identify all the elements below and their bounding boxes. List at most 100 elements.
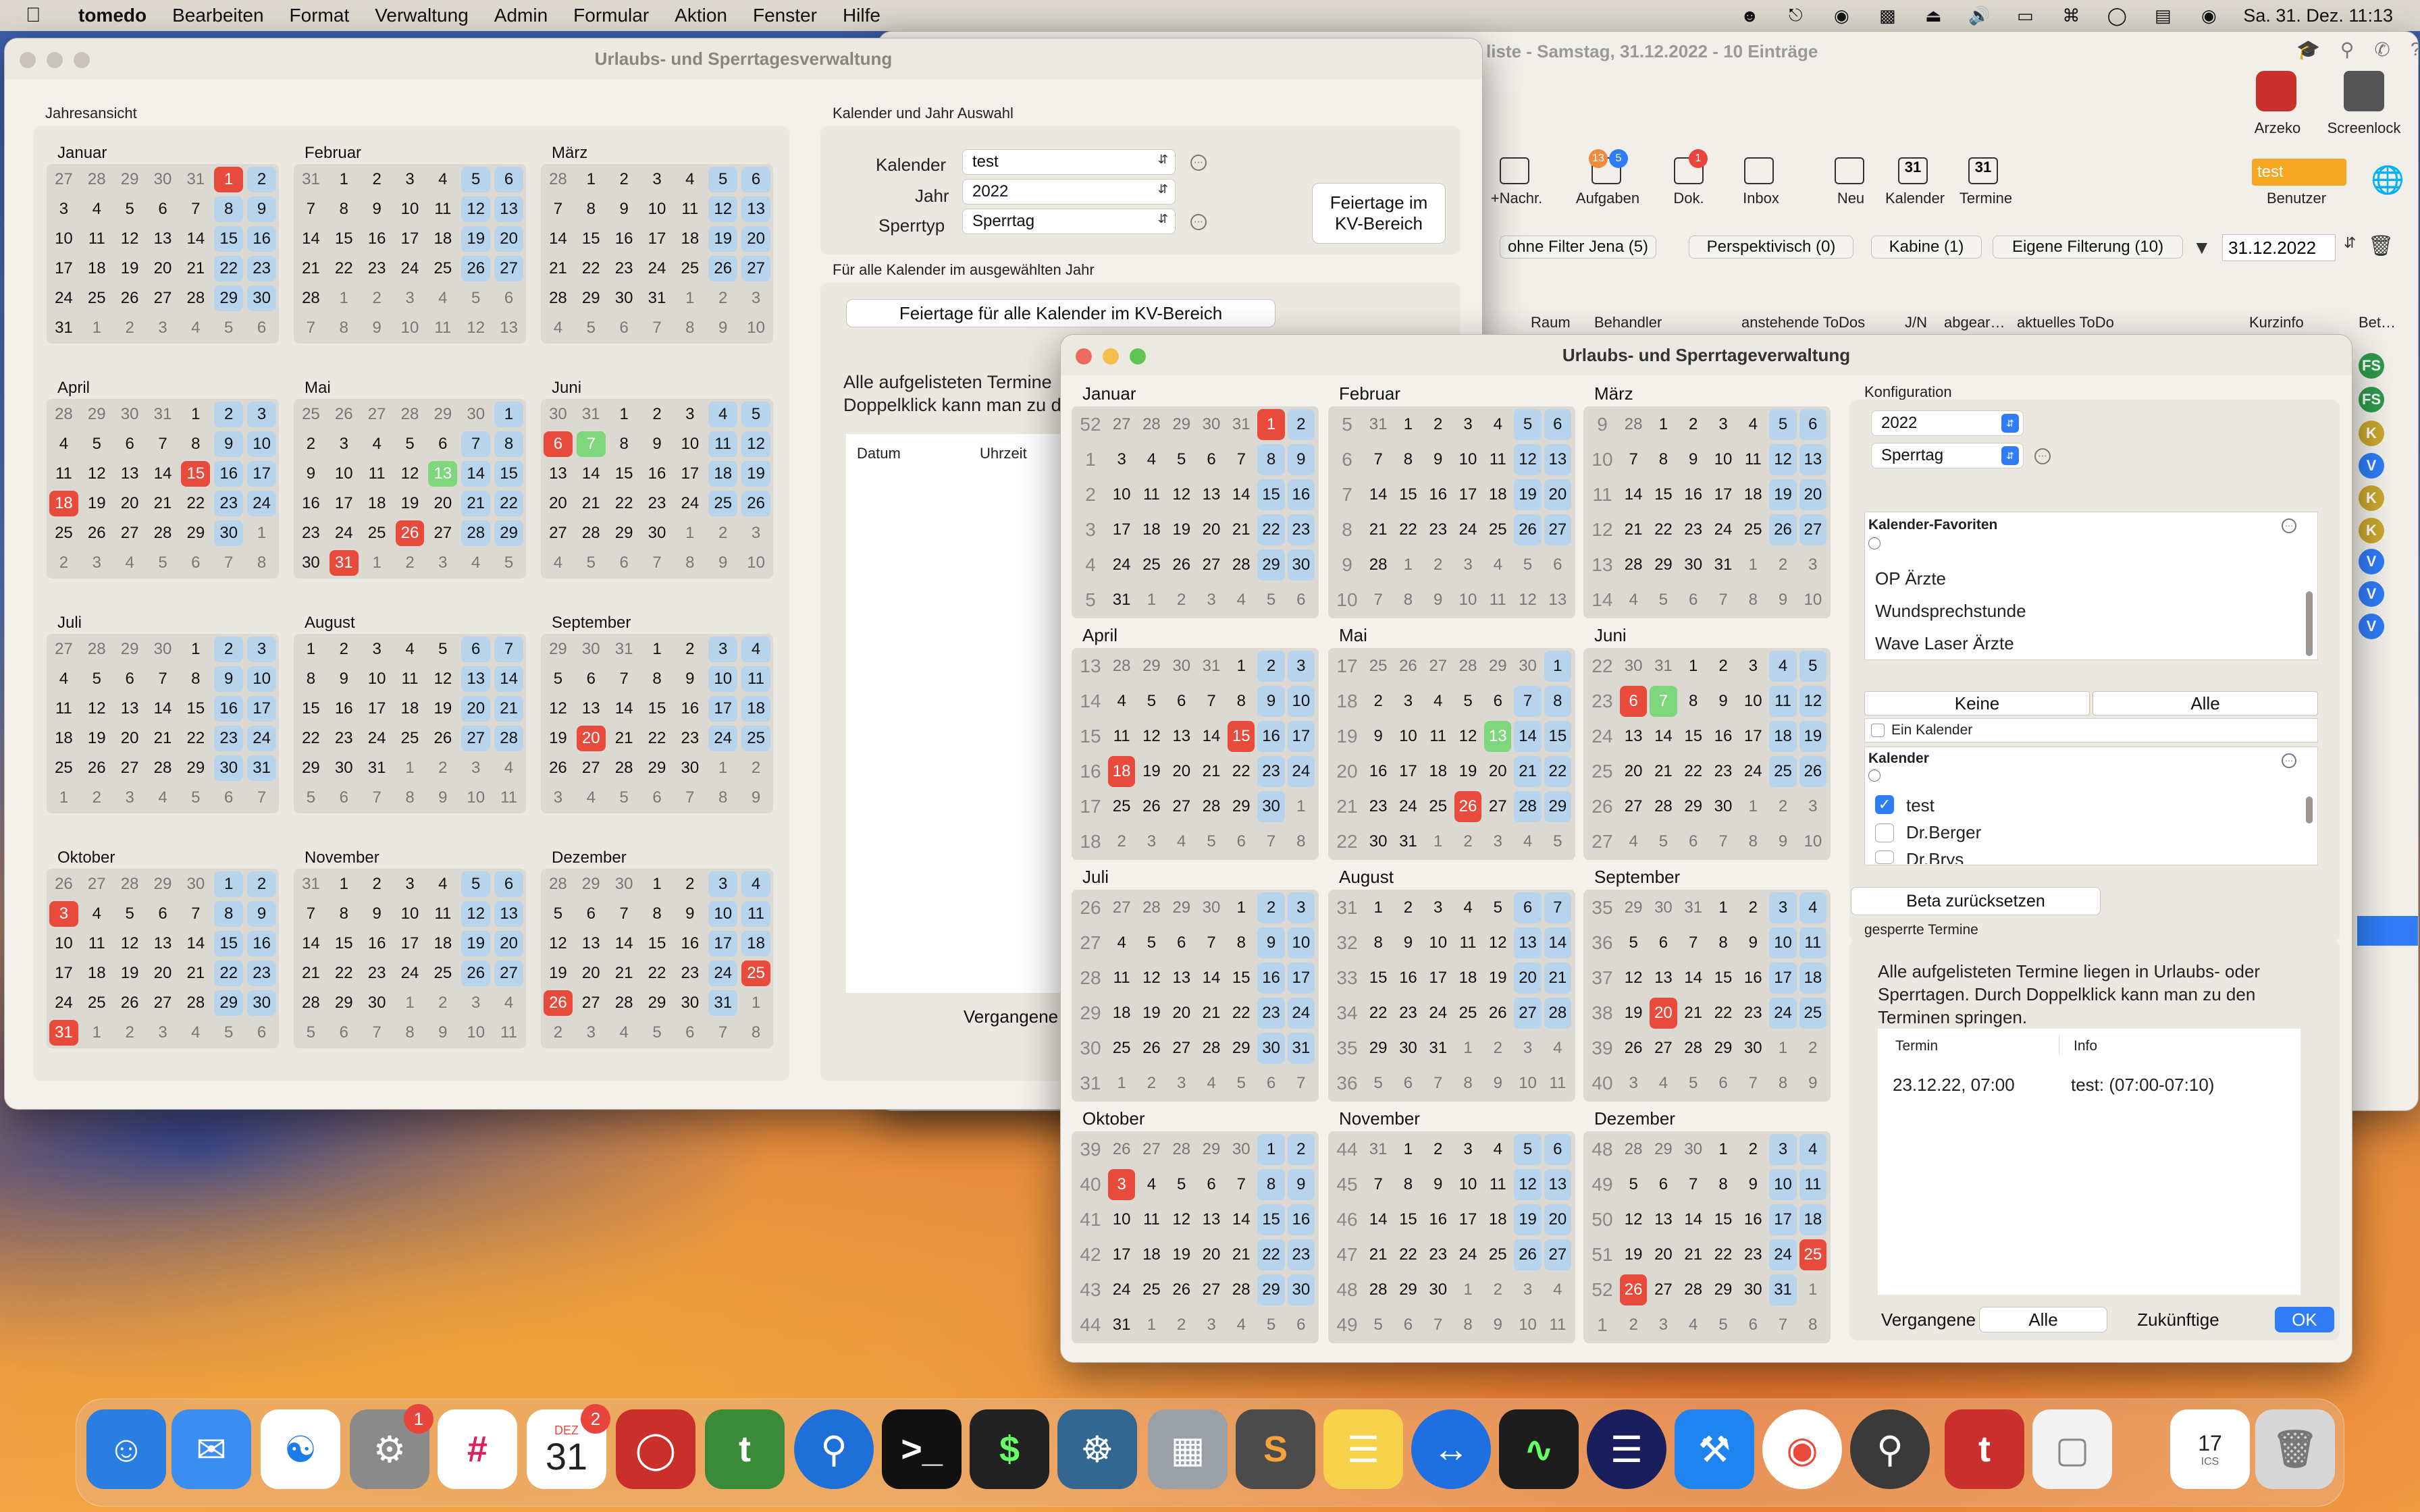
day-cell[interactable]: 1 bbox=[1394, 1134, 1421, 1165]
favoriten-scrollbar[interactable] bbox=[2306, 591, 2313, 656]
day-cell[interactable]: 11 bbox=[1484, 1169, 1511, 1200]
day-cell[interactable]: 2 bbox=[544, 1020, 573, 1046]
day-cell[interactable]: 4 bbox=[1198, 1068, 1225, 1099]
day-cell[interactable]: 13 bbox=[115, 696, 144, 722]
day-cell[interactable]: 4 bbox=[494, 755, 523, 781]
day-cell[interactable]: 17 bbox=[247, 461, 276, 487]
day-cell[interactable]: 16 bbox=[247, 931, 276, 956]
day-cell[interactable]: 18 bbox=[1138, 1239, 1165, 1270]
day-cell[interactable]: 24 bbox=[1769, 998, 1797, 1029]
day-cell[interactable]: 13 bbox=[1799, 444, 1826, 475]
day-cell[interactable]: 21 bbox=[544, 256, 573, 281]
day-cell[interactable]: 13 bbox=[149, 226, 178, 252]
day-cell[interactable]: 7 bbox=[643, 315, 672, 341]
day-cell[interactable]: 7 bbox=[1620, 444, 1647, 475]
day-cell[interactable]: 31 bbox=[49, 315, 78, 341]
day-cell[interactable]: 26 bbox=[544, 755, 573, 781]
slack-icon[interactable]: # bbox=[438, 1409, 517, 1489]
day-cell[interactable]: 21 bbox=[1198, 756, 1225, 787]
day-cell[interactable]: 2 bbox=[741, 755, 770, 781]
day-cell[interactable]: 24 bbox=[1710, 514, 1737, 545]
menu-item-format[interactable]: Format bbox=[290, 5, 350, 26]
day-cell[interactable]: 14 bbox=[1680, 1204, 1707, 1235]
day-cell[interactable]: 30 bbox=[181, 871, 210, 897]
day-cell[interactable]: 10 bbox=[675, 431, 704, 457]
day-cell[interactable]: 30 bbox=[1228, 1134, 1255, 1165]
day-cell[interactable]: 29 bbox=[1650, 549, 1677, 580]
day-cell[interactable]: 2 bbox=[1710, 651, 1737, 682]
day-cell[interactable]: 5 bbox=[577, 550, 606, 576]
day-cell[interactable]: 25 bbox=[49, 520, 78, 546]
day-cell[interactable]: 4 bbox=[461, 550, 490, 576]
day-cell[interactable]: 2 bbox=[610, 167, 639, 192]
day-cell[interactable]: 2 bbox=[1425, 1134, 1452, 1165]
day-cell[interactable]: 18 bbox=[49, 726, 78, 751]
day-cell[interactable]: 27 bbox=[1198, 549, 1225, 580]
day-cell[interactable]: 31 bbox=[1425, 1033, 1452, 1064]
day-cell[interactable]: 19 bbox=[1168, 514, 1195, 545]
day-cell[interactable]: 10 bbox=[1739, 686, 1766, 717]
day-cell[interactable]: 9 bbox=[708, 315, 737, 341]
day-cell[interactable]: 6 bbox=[494, 871, 523, 897]
day-cell[interactable]: 29 bbox=[115, 637, 144, 662]
day-cell[interactable]: 12 bbox=[428, 666, 457, 692]
day-cell[interactable]: 22 bbox=[643, 726, 672, 751]
day-cell[interactable]: 4 bbox=[1108, 686, 1135, 717]
day-cell[interactable]: 30 bbox=[1365, 826, 1392, 857]
day-cell[interactable]: 4 bbox=[1514, 826, 1541, 857]
arzeko-icon[interactable] bbox=[2256, 71, 2296, 111]
day-cell[interactable]: 2 bbox=[296, 431, 325, 457]
day-cell[interactable]: 20 bbox=[1168, 998, 1195, 1029]
day-cell[interactable]: 14 bbox=[1228, 479, 1255, 510]
day-cell[interactable]: 20 bbox=[1484, 756, 1511, 787]
more-icon[interactable]: ⋯ bbox=[1190, 214, 1207, 230]
keyhole-icon[interactable]: ⚲ bbox=[1850, 1409, 1930, 1489]
minimize-button[interactable] bbox=[47, 52, 63, 68]
mail-icon[interactable]: ✉ bbox=[172, 1409, 251, 1489]
location-icon[interactable]: ⚲ bbox=[794, 1409, 874, 1489]
day-cell[interactable]: 11 bbox=[1454, 927, 1481, 959]
day-cell[interactable]: 20 bbox=[1168, 756, 1195, 787]
day-cell[interactable]: 27 bbox=[1799, 514, 1826, 545]
day-cell[interactable]: 9 bbox=[1769, 826, 1796, 857]
day-cell[interactable]: 30 bbox=[1394, 1033, 1421, 1064]
day-cell[interactable]: 7 bbox=[214, 550, 243, 576]
day-cell[interactable]: 8 bbox=[675, 315, 704, 341]
day-cell[interactable]: 21 bbox=[610, 961, 639, 986]
day-cell[interactable]: 9 bbox=[1425, 1169, 1452, 1200]
day-cell[interactable]: 29 bbox=[214, 286, 244, 311]
day-cell[interactable]: 2 bbox=[1799, 1033, 1826, 1064]
day-cell[interactable]: 3 bbox=[461, 755, 490, 781]
day-cell[interactable]: 7 bbox=[363, 785, 392, 811]
day-cell[interactable]: 7 bbox=[1650, 686, 1677, 717]
day-cell[interactable]: 14 bbox=[1544, 927, 1571, 959]
day-cell[interactable]: 25 bbox=[296, 402, 325, 427]
day-cell[interactable]: 29 bbox=[1394, 1274, 1421, 1305]
day-cell[interactable]: 8 bbox=[1454, 1310, 1481, 1341]
teamviewer-icon[interactable]: ↔ bbox=[1411, 1409, 1491, 1489]
day-cell[interactable]: 6 bbox=[1544, 409, 1571, 440]
day-cell[interactable]: 5 bbox=[1257, 585, 1284, 616]
day-cell[interactable]: 4 bbox=[1650, 1068, 1677, 1099]
day-cell[interactable]: 2 bbox=[428, 755, 457, 781]
toolbar-nachricht[interactable]: +Nachr. bbox=[1486, 190, 1547, 207]
day-cell[interactable]: 9 bbox=[1394, 927, 1421, 959]
day-cell[interactable]: 25 bbox=[428, 256, 457, 281]
day-cell[interactable]: 28 bbox=[1198, 791, 1225, 822]
day-cell[interactable]: 27 bbox=[1198, 1274, 1225, 1305]
day-cell[interactable]: 29 bbox=[1228, 1033, 1255, 1064]
day-cell[interactable]: 23 bbox=[1710, 756, 1737, 787]
day-cell[interactable]: 9 bbox=[1257, 927, 1285, 959]
day-cell[interactable]: 30 bbox=[1710, 791, 1737, 822]
day-cell[interactable]: 27 bbox=[741, 256, 770, 281]
day-cell[interactable]: 28 bbox=[577, 520, 606, 546]
day-cell[interactable]: 18 bbox=[1799, 1204, 1826, 1235]
siri-icon[interactable]: ◉ bbox=[2197, 5, 2220, 26]
day-cell[interactable]: 25 bbox=[675, 256, 704, 281]
day-cell[interactable]: 11 bbox=[1739, 444, 1766, 475]
day-cell[interactable]: 17 bbox=[1710, 479, 1737, 510]
day-cell[interactable]: 2 bbox=[1739, 1134, 1766, 1165]
iterm-icon[interactable]: $ bbox=[970, 1409, 1049, 1489]
day-cell[interactable]: 30 bbox=[363, 990, 392, 1016]
day-cell[interactable]: 28 bbox=[1454, 651, 1481, 682]
